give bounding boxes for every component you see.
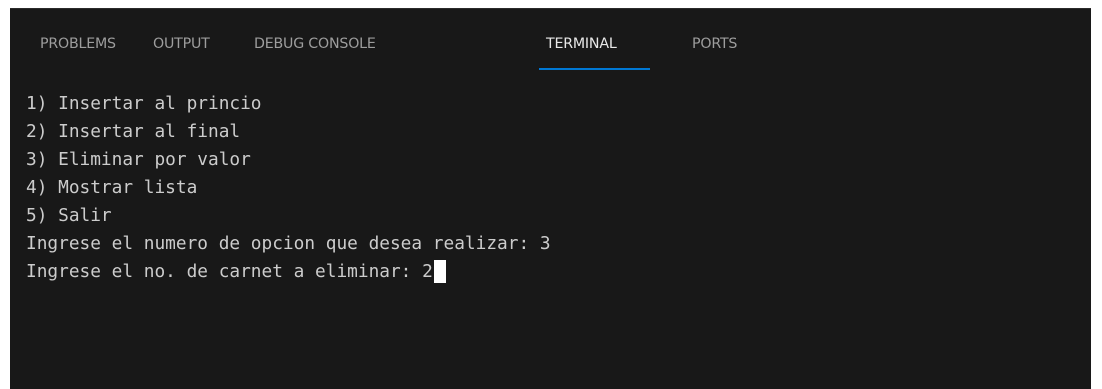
terminal-line: 1) Insertar al princio bbox=[26, 93, 262, 114]
tab-problems[interactable]: PROBLEMS bbox=[40, 36, 116, 54]
tab-ports[interactable]: PORTS bbox=[692, 36, 737, 54]
terminal-line: 3) Eliminar por valor bbox=[26, 149, 251, 170]
screenshot-frame: PROBLEMS OUTPUT DEBUG CONSOLE TERMINAL P… bbox=[0, 0, 1102, 389]
terminal-output[interactable]: 1) Insertar al princio 2) Insertar al fi… bbox=[10, 87, 1091, 377]
terminal-line: 5) Salir bbox=[26, 205, 112, 226]
active-tab-indicator bbox=[539, 68, 650, 70]
tab-terminal[interactable]: TERMINAL bbox=[546, 36, 617, 54]
panel-tab-bar: PROBLEMS OUTPUT DEBUG CONSOLE TERMINAL P… bbox=[10, 9, 1091, 73]
terminal-input-line[interactable]: Ingrese el no. de carnet a eliminar: 2 bbox=[26, 260, 446, 284]
tab-debug-console[interactable]: DEBUG CONSOLE bbox=[254, 36, 376, 54]
terminal-line: Ingrese el numero de opcion que desea re… bbox=[26, 233, 551, 254]
terminal-prompt-text: Ingrese el no. de carnet a eliminar: 2 bbox=[26, 261, 433, 282]
bottom-panel: PROBLEMS OUTPUT DEBUG CONSOLE TERMINAL P… bbox=[10, 8, 1091, 389]
terminal-line: 4) Mostrar lista bbox=[26, 177, 198, 198]
terminal-line: 2) Insertar al final bbox=[26, 121, 241, 142]
terminal-cursor bbox=[433, 260, 446, 283]
tab-output[interactable]: OUTPUT bbox=[153, 36, 210, 54]
